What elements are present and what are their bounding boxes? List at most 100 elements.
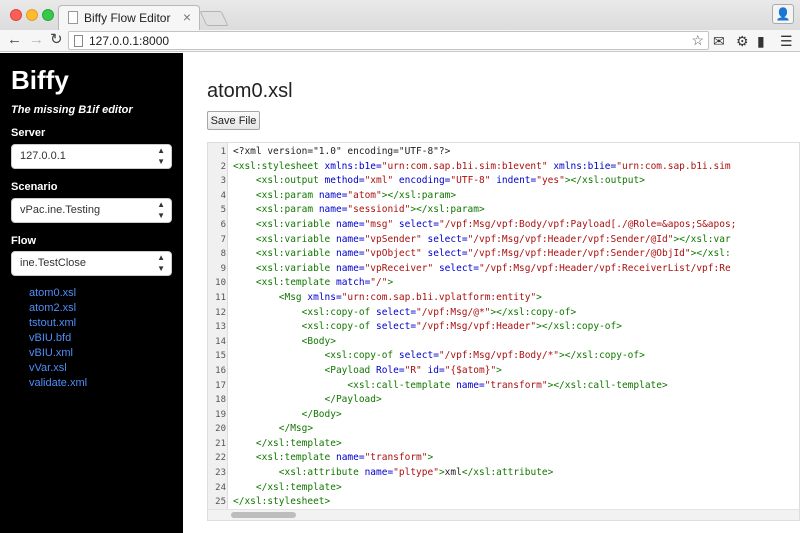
code-line[interactable]: 1 <?xml version="1.0" encoding="UTF-8"?>: [208, 145, 799, 160]
file-list: atom0.xsl atom2.xsl tstout.xml vBIU.bfd …: [29, 286, 87, 391]
select-caret-icon: ▲ ▼: [157, 146, 165, 166]
browser-tab[interactable]: Biffy Flow Editor ×: [58, 5, 200, 30]
line-number: 12: [215, 307, 226, 318]
window-titlebar: Biffy Flow Editor × 👤: [0, 0, 800, 30]
code-text: <xsl:variable name="msg" select="/vpf:Ms…: [255, 218, 737, 230]
address-bar[interactable]: 127.0.0.1:8000 ☆: [68, 31, 709, 50]
code-text: <xsl:stylesheet xmlns:b1e="urn:com.sap.b…: [233, 160, 731, 172]
file-title: atom0.xsl: [207, 80, 293, 102]
close-window-button[interactable]: [10, 9, 22, 21]
code-line[interactable]: 12 <xsl:copy-of select="/vpf:Msg/@*"></x…: [208, 306, 799, 321]
line-number: 19: [215, 409, 226, 420]
code-line[interactable]: 13 <xsl:copy-of select="/vpf:Msg/vpf:Hea…: [208, 320, 799, 335]
line-number: 8: [220, 249, 226, 260]
code-line[interactable]: 25 </xsl:stylesheet>: [208, 495, 799, 510]
extension-icon[interactable]: ▮: [757, 31, 765, 51]
file-link[interactable]: validate.xml: [29, 376, 87, 391]
scenario-value: vPac.ine.Testing: [20, 204, 101, 216]
scrollbar-thumb[interactable]: [231, 512, 296, 518]
code-line[interactable]: 19 </Body>: [208, 408, 799, 423]
zoom-window-button[interactable]: [42, 9, 54, 21]
file-link[interactable]: vBIU.bfd: [29, 331, 87, 346]
code-text: <xsl:copy-of select="/vpf:Msg/@*"></xsl:…: [301, 306, 577, 318]
close-tab-icon[interactable]: ×: [183, 9, 191, 25]
code-line[interactable]: 3 <xsl:output method="xml" encoding="UTF…: [208, 174, 799, 189]
line-number: 15: [215, 351, 226, 362]
flow-select[interactable]: ine.TestClose ▲ ▼: [11, 251, 172, 276]
code-line[interactable]: 21 </xsl:template>: [208, 437, 799, 452]
code-line[interactable]: 8 <xsl:variable name="vpObject" select="…: [208, 247, 799, 262]
file-link[interactable]: atom2.xsl: [29, 301, 87, 316]
line-number: 20: [215, 424, 226, 435]
code-text: </xsl:template>: [255, 437, 342, 449]
code-text: <xsl:output method="xml" encoding="UTF-8…: [255, 175, 645, 187]
code-line[interactable]: 10 <xsl:template match="/">: [208, 276, 799, 291]
brand-logo: Biffy: [11, 65, 69, 95]
code-lines: 1 <?xml version="1.0" encoding="UTF-8"?> 2…: [208, 145, 799, 510]
code-line[interactable]: 4 <xsl:param name="atom"></xsl:param>: [208, 189, 799, 204]
code-text: <xsl:call-template name="transform"></xs…: [347, 379, 668, 391]
code-editor[interactable]: 1 <?xml version="1.0" encoding="UTF-8"?> 2…: [207, 142, 800, 521]
file-link[interactable]: atom0.xsl: [29, 286, 87, 301]
reload-icon[interactable]: ↻: [50, 30, 63, 50]
forward-arrow-icon[interactable]: →: [29, 30, 44, 50]
file-link[interactable]: tstout.xml: [29, 316, 87, 331]
code-line[interactable]: 11 <Msg xmlns="urn:com.sap.b1i.vplatform…: [208, 291, 799, 306]
line-number: 4: [220, 190, 226, 201]
file-link[interactable]: vBIU.xml: [29, 346, 87, 361]
extension-icon[interactable]: ✉: [713, 31, 725, 51]
new-tab-button[interactable]: [199, 11, 229, 26]
server-select[interactable]: 127.0.0.1 ▲ ▼: [11, 144, 172, 169]
code-text: <xsl:param name="sessionid"></xsl:param>: [255, 204, 485, 216]
code-text: <xsl:param name="atom"></xsl:param>: [255, 189, 457, 201]
code-text: </xsl:template>: [255, 481, 342, 493]
line-number: 16: [215, 365, 226, 376]
line-number: 5: [220, 205, 226, 216]
line-number: 24: [215, 482, 226, 493]
save-file-button[interactable]: Save File: [207, 111, 260, 130]
code-text: <xsl:copy-of select="/vpf:Msg/vpf:Body/*…: [324, 350, 645, 362]
code-text: </xsl:stylesheet>: [233, 496, 331, 508]
line-number: 14: [215, 336, 226, 347]
code-line[interactable]: 16 <Payload Role="R" id="{$atom}">: [208, 364, 799, 379]
code-line[interactable]: 6 <xsl:variable name="msg" select="/vpf:…: [208, 218, 799, 233]
page-icon: [68, 11, 78, 24]
code-line[interactable]: 7 <xsl:variable name="vpSender" select="…: [208, 233, 799, 248]
code-line[interactable]: 5 <xsl:param name="sessionid"></xsl:para…: [208, 203, 799, 218]
minimize-window-button[interactable]: [26, 9, 38, 21]
file-link[interactable]: vVar.xsl: [29, 361, 87, 376]
code-line[interactable]: 23 <xsl:attribute name="pltype">xml</xsl…: [208, 466, 799, 481]
code-text: <xsl:variable name="vpReceiver" select="…: [255, 262, 731, 274]
page-icon: [74, 35, 83, 47]
main-content: atom0.xsl Save File 1 <?xml version="1.0"…: [183, 53, 800, 533]
code-line[interactable]: 14 <Body>: [208, 335, 799, 350]
code-line[interactable]: 22 <xsl:template name="transform">: [208, 451, 799, 466]
code-line[interactable]: 24 </xsl:template>: [208, 481, 799, 496]
select-caret-icon: ▲ ▼: [157, 200, 165, 220]
code-text: </Body>: [301, 408, 342, 420]
bookmark-star-icon[interactable]: ☆: [691, 32, 704, 49]
line-number: 10: [215, 278, 226, 289]
tagline: The missing B1if editor: [11, 104, 133, 116]
flow-label: Flow: [11, 235, 37, 247]
line-number: 17: [215, 380, 226, 391]
browser-toolbar: ← → ↻ 127.0.0.1:8000 ☆ ✉ ⚙ ▮ ☰: [0, 30, 800, 52]
gear-icon[interactable]: ⚙: [736, 31, 749, 51]
profile-icon[interactable]: 👤: [772, 4, 794, 24]
code-line[interactable]: 9 <xsl:variable name="vpReceiver" select…: [208, 262, 799, 277]
scenario-label: Scenario: [11, 181, 58, 193]
url-text[interactable]: 127.0.0.1:8000: [89, 34, 169, 48]
code-line[interactable]: 18 </Payload>: [208, 393, 799, 408]
menu-icon[interactable]: ☰: [780, 31, 793, 51]
code-line[interactable]: 20 </Msg>: [208, 422, 799, 437]
scenario-select[interactable]: vPac.ine.Testing ▲ ▼: [11, 198, 172, 223]
code-line[interactable]: 15 <xsl:copy-of select="/vpf:Msg/vpf:Bod…: [208, 349, 799, 364]
line-number: 18: [215, 395, 226, 406]
code-line[interactable]: 2 <xsl:stylesheet xmlns:b1e="urn:com.sap.…: [208, 160, 799, 175]
back-arrow-icon[interactable]: ←: [7, 30, 22, 50]
horizontal-scrollbar[interactable]: [208, 509, 799, 520]
line-number: 22: [215, 453, 226, 464]
line-number: 7: [220, 234, 226, 245]
sidebar: Biffy The missing B1if editor Server 127…: [0, 53, 183, 533]
code-line[interactable]: 17 <xsl:call-template name="transform"><…: [208, 379, 799, 394]
